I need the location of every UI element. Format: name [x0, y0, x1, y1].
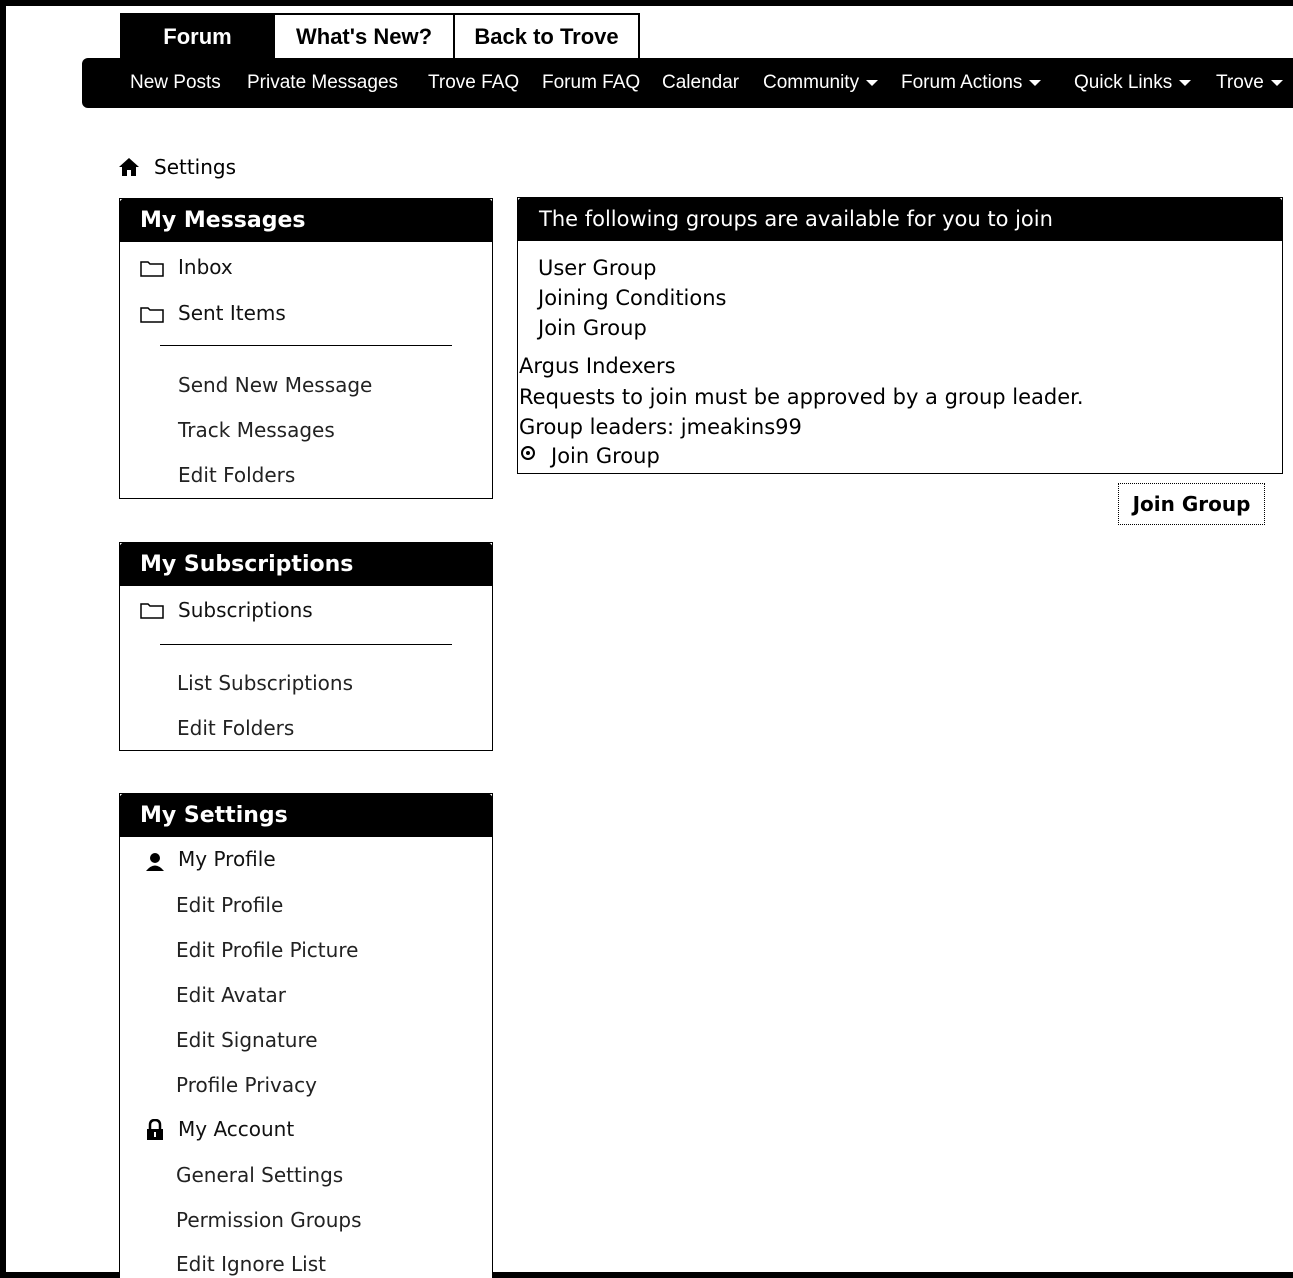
link-send-new-message[interactable]: Send New Message	[178, 373, 372, 397]
section-my-profile[interactable]: My Profile	[178, 847, 276, 871]
tab-whats-new[interactable]: What's New?	[275, 13, 455, 58]
breadcrumb-settings: Settings	[154, 155, 237, 179]
link-edit-folders[interactable]: Edit Folders	[178, 463, 295, 487]
nav-trove[interactable]: Trove	[1216, 58, 1283, 108]
column-user-group: User Group	[538, 256, 657, 280]
folder-icon	[140, 307, 164, 323]
chevron-down-icon	[1029, 79, 1042, 86]
nav-community-label: Community	[763, 72, 860, 93]
chevron-down-icon	[1270, 79, 1283, 86]
link-general-settings[interactable]: General Settings	[176, 1163, 343, 1187]
chevron-down-icon	[866, 79, 879, 86]
link-edit-avatar[interactable]: Edit Avatar	[176, 983, 286, 1007]
join-group-radio-label[interactable]: Join Group	[551, 444, 660, 468]
nav-new-posts[interactable]: New Posts	[130, 58, 221, 108]
my-subscriptions-title: My Subscriptions	[119, 542, 493, 586]
my-messages-box: My Messages Inbox Sent Items Send New Me…	[119, 198, 493, 499]
nav-quick-links[interactable]: Quick Links	[1074, 58, 1192, 108]
join-group-radio[interactable]	[521, 446, 535, 460]
join-group-button[interactable]: Join Group	[1118, 483, 1265, 525]
nav-community[interactable]: Community	[763, 58, 879, 108]
nav-calendar[interactable]: Calendar	[662, 58, 739, 108]
link-permission-groups[interactable]: Permission Groups	[176, 1208, 362, 1232]
folder-icon	[140, 603, 164, 619]
folder-sent-items[interactable]: Sent Items	[178, 301, 286, 325]
column-join-group: Join Group	[538, 316, 647, 340]
top-tabs: Forum What's New? Back to Trove	[120, 13, 640, 58]
folder-icon	[140, 261, 164, 277]
home-icon[interactable]	[118, 157, 140, 177]
group-name: Argus Indexers	[519, 354, 676, 378]
join-groups-panel: The following groups are available for y…	[517, 197, 1283, 474]
my-settings-box: My Settings My Profile Edit Profile Edit…	[119, 793, 493, 1278]
nav-private-messages[interactable]: Private Messages	[247, 58, 398, 108]
link-track-messages[interactable]: Track Messages	[178, 418, 335, 442]
link-edit-folders[interactable]: Edit Folders	[177, 716, 294, 740]
nav-quick-links-label: Quick Links	[1074, 72, 1173, 93]
folder-subscriptions[interactable]: Subscriptions	[178, 598, 313, 622]
lock-icon	[147, 1119, 163, 1140]
nav-trove-faq[interactable]: Trove FAQ	[428, 58, 519, 108]
section-my-account[interactable]: My Account	[178, 1117, 294, 1141]
my-subscriptions-box: My Subscriptions Subscriptions List Subs…	[119, 542, 493, 751]
column-joining-conditions: Joining Conditions	[538, 286, 727, 310]
groups-header: The following groups are available for y…	[517, 197, 1283, 241]
my-messages-title: My Messages	[119, 198, 493, 242]
link-edit-profile-picture[interactable]: Edit Profile Picture	[176, 938, 358, 962]
nav-forum-faq[interactable]: Forum FAQ	[542, 58, 640, 108]
link-profile-privacy[interactable]: Profile Privacy	[176, 1073, 317, 1097]
user-icon	[146, 853, 164, 871]
group-leaders: Group leaders: jmeakins99	[519, 415, 802, 439]
nav-forum-actions[interactable]: Forum Actions	[901, 58, 1042, 108]
chevron-down-icon	[1179, 79, 1192, 86]
divider	[160, 345, 452, 346]
nav-forum-actions-label: Forum Actions	[901, 72, 1023, 93]
link-edit-profile[interactable]: Edit Profile	[176, 893, 283, 917]
link-edit-signature[interactable]: Edit Signature	[176, 1028, 318, 1052]
link-edit-ignore-list[interactable]: Edit Ignore List	[176, 1252, 326, 1276]
link-list-subscriptions[interactable]: List Subscriptions	[177, 671, 353, 695]
group-condition: Requests to join must be approved by a g…	[519, 385, 1084, 409]
nav-trove-label: Trove	[1216, 72, 1264, 93]
tab-back-to-trove[interactable]: Back to Trove	[455, 13, 640, 58]
breadcrumb: Settings	[118, 152, 236, 182]
tab-forum[interactable]: Forum	[120, 13, 275, 58]
folder-inbox[interactable]: Inbox	[178, 255, 233, 279]
navbar: New Posts Private Messages Trove FAQ For…	[82, 58, 1293, 108]
divider	[160, 644, 452, 645]
my-settings-title: My Settings	[119, 793, 493, 837]
